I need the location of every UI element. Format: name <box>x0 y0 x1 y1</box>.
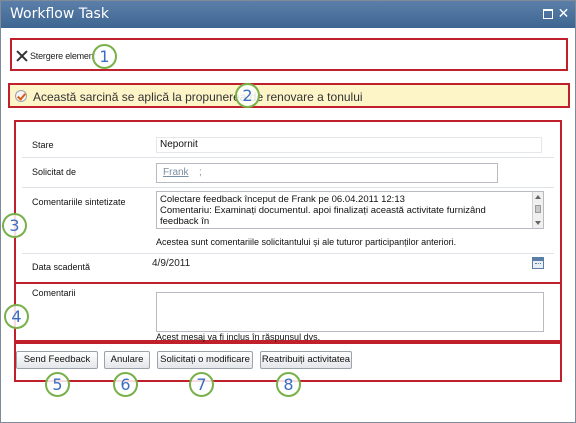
comments-label: Comentarii <box>32 288 76 298</box>
requested-by-row: Solicitat de Frank ; <box>22 158 554 188</box>
due-date-row: Data scadentă 4/9/2011 <box>22 254 554 280</box>
requested-by-label: Solicitat de <box>32 167 77 177</box>
reassign-task-button[interactable]: Reatribuiți activitatea <box>260 351 352 369</box>
callout-4: 4 <box>4 304 29 329</box>
comments-hint: Acest mesaj va fi inclus în răspunsul dv… <box>156 332 321 342</box>
scroll-thumb[interactable] <box>535 205 541 213</box>
callout-5: 5 <box>45 372 70 397</box>
requested-by-people-picker[interactable]: Frank ; <box>156 163 498 183</box>
due-date-label: Data scadentă <box>32 262 91 272</box>
summary-line: feedback în <box>160 216 210 227</box>
scroll-up-arrow-icon[interactable] <box>535 195 541 199</box>
summary-scrollbar[interactable] <box>532 192 543 228</box>
delete-item-label: Stergere element <box>30 51 96 61</box>
dialog-content: Stergere element Această sarcină se apli… <box>2 28 574 422</box>
task-info-bar: Această sarcină se aplică la propunerea … <box>8 83 570 108</box>
people-separator: ; <box>199 167 202 178</box>
title-bar: Workflow Task ✕ <box>1 1 575 28</box>
callout-3: 3 <box>2 213 27 238</box>
requested-by-person-link[interactable]: Frank <box>163 167 189 178</box>
status-label: Stare <box>32 140 54 150</box>
due-date-value: 4/9/2011 <box>152 258 191 269</box>
close-icon[interactable]: ✕ <box>557 6 570 20</box>
callout-2: 2 <box>235 83 260 108</box>
summary-hint: Acestea sunt comentariile solicitantului… <box>156 237 457 247</box>
task-info-message: Această sarcină se aplică la propunerea … <box>33 90 363 104</box>
due-date-input[interactable]: 4/9/2011 <box>150 256 526 273</box>
delete-item-button[interactable]: Stergere element <box>16 48 96 64</box>
callout-8: 8 <box>276 372 301 397</box>
calendar-icon[interactable] <box>532 257 544 269</box>
maximize-icon[interactable] <box>541 7 554 20</box>
delete-x-icon <box>16 50 28 62</box>
request-change-button[interactable]: Solicitați o modificare <box>157 351 253 369</box>
summary-line: Colectare feedback început de Frank pe 0… <box>160 194 405 205</box>
summary-comments-row: Comentariile sintetizate Colectare feedb… <box>22 188 554 254</box>
callout-1: 1 <box>92 44 117 69</box>
status-row: Stare Nepornit <box>22 132 554 158</box>
send-feedback-button[interactable]: Send Feedback <box>16 351 98 369</box>
comments-input[interactable] <box>156 292 544 332</box>
scroll-down-arrow-icon[interactable] <box>535 221 541 225</box>
task-status-icon <box>15 90 27 102</box>
summary-comments-label: Comentariile sintetizate <box>32 197 126 207</box>
summary-comments-field[interactable]: Colectare feedback început de Frank pe 0… <box>156 191 544 229</box>
cancel-button[interactable]: Anulare <box>104 351 150 369</box>
callout-6: 6 <box>113 372 138 397</box>
callout-7: 7 <box>189 372 214 397</box>
status-field: Nepornit <box>156 137 542 153</box>
status-value: Nepornit <box>160 139 198 150</box>
comments-row: Comentarii Acest mesaj va fi inclus în r… <box>22 284 554 344</box>
workflow-task-window: Workflow Task ✕ Stergere element Această… <box>0 0 576 423</box>
window-title: Workflow Task <box>10 6 109 22</box>
summary-line: Comentariu: Examinați documentul. apoi f… <box>160 205 486 216</box>
